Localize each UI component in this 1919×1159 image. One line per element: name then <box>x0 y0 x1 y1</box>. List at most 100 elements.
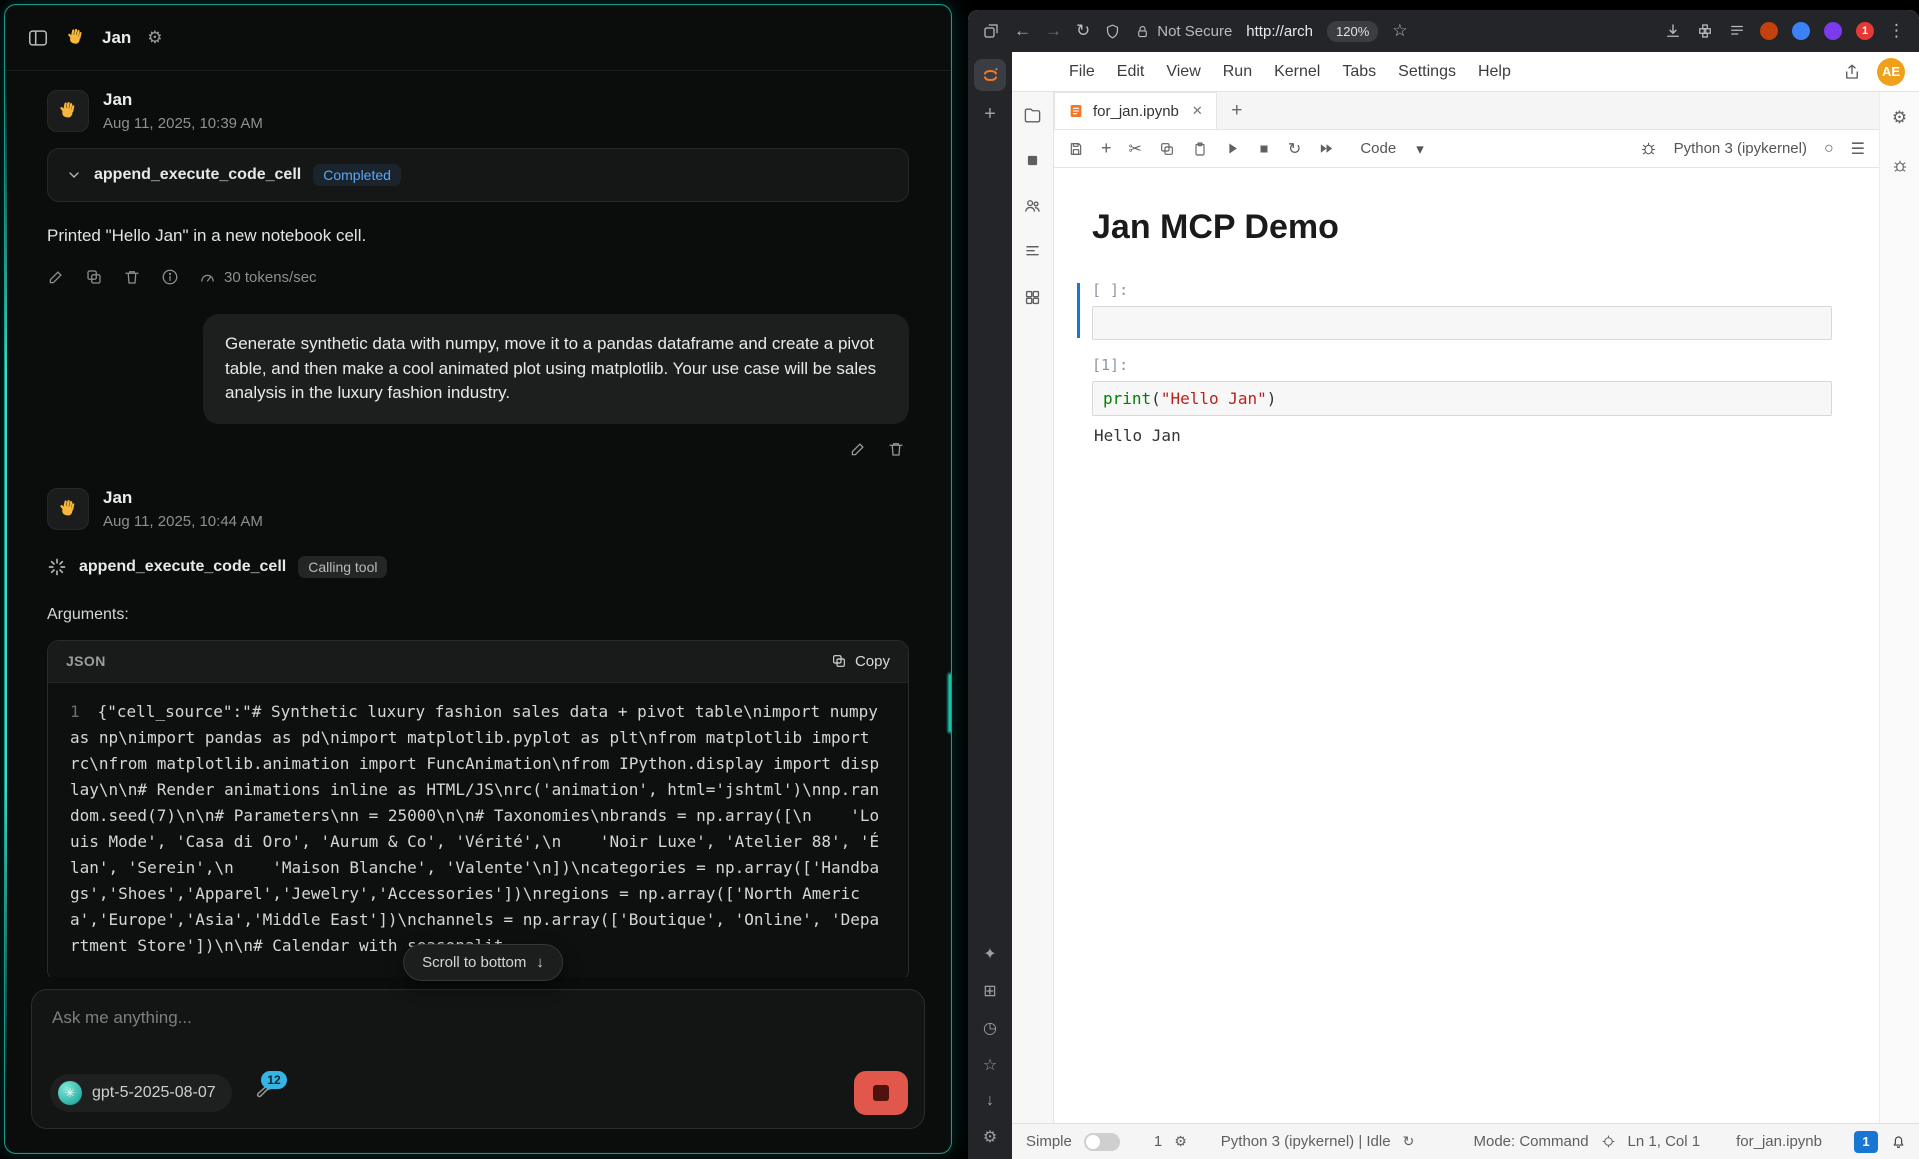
ai-sparkle-icon[interactable]: ✦ <box>983 944 996 964</box>
user-avatar[interactable]: AE <box>1877 58 1905 86</box>
downloads-icon[interactable]: ↓ <box>986 1092 994 1110</box>
delete-icon[interactable] <box>123 268 141 286</box>
scroll-to-bottom-button[interactable]: Scroll to bottom ↓ <box>403 944 563 981</box>
table-of-contents-icon[interactable] <box>1023 242 1042 261</box>
assistant-message-header: Jan Aug 11, 2025, 10:44 AM <box>47 488 909 530</box>
edit-icon[interactable] <box>849 440 867 458</box>
copy-json-button[interactable]: Copy <box>831 653 890 670</box>
cell-editor[interactable] <box>1092 306 1832 340</box>
jupyter-left-sidebar <box>1012 92 1054 1123</box>
bell-icon[interactable] <box>1890 1133 1907 1150</box>
bookmark-star-icon[interactable]: ☆ <box>1392 21 1407 41</box>
toolbar-overflow-icon[interactable]: ☰ <box>1851 139 1865 159</box>
statusbar-filename: for_jan.ipynb <box>1736 1133 1822 1150</box>
delete-icon[interactable] <box>887 440 905 458</box>
chat-input[interactable] <box>52 1008 861 1028</box>
notebook-tab[interactable]: for_jan.ipynb ✕ <box>1054 92 1217 129</box>
extension-icon-purple[interactable] <box>1824 22 1842 40</box>
download-icon[interactable] <box>1664 22 1682 40</box>
apps-icon[interactable]: ⊞ <box>983 981 996 1001</box>
tool-call-row[interactable]: append_execute_code_cell Calling tool <box>47 556 909 578</box>
copy-icon[interactable] <box>85 268 103 286</box>
settings-gear-icon[interactable]: ⚙ <box>983 1127 997 1147</box>
new-tab-button[interactable]: + <box>984 103 996 126</box>
history-clock-icon[interactable]: ◷ <box>983 1018 997 1038</box>
restart-run-all-icon[interactable] <box>1318 140 1335 157</box>
back-button[interactable]: ← <box>1014 21 1031 41</box>
run-cell-icon[interactable] <box>1225 141 1240 156</box>
running-kernels-icon[interactable] <box>1024 152 1041 169</box>
users-icon[interactable] <box>1023 196 1042 215</box>
cell-type-select[interactable]: Code ▾ <box>1360 140 1423 158</box>
edit-icon[interactable] <box>47 268 65 286</box>
terminal-count[interactable]: 1 <box>1154 1133 1162 1150</box>
browser-menu-icon[interactable]: ⋮ <box>1888 21 1905 41</box>
chat-scroll-area[interactable]: Jan Aug 11, 2025, 10:39 AM append_execut… <box>5 72 951 977</box>
share-icon[interactable] <box>1843 63 1861 81</box>
menu-run[interactable]: Run <box>1212 52 1263 91</box>
cell-editor[interactable]: print("Hello Jan") <box>1092 381 1832 416</box>
chevron-down-icon <box>66 167 82 183</box>
cursor-position[interactable]: Ln 1, Col 1 <box>1628 1133 1701 1150</box>
menu-view[interactable]: View <box>1155 52 1211 91</box>
active-tab-favicon[interactable] <box>974 59 1006 91</box>
browser-window: ← → ↻ Not Secure http://arch 120% ☆ 1 ⋮ … <box>968 10 1919 1159</box>
assistant-message-header: Jan Aug 11, 2025, 10:39 AM <box>47 90 909 132</box>
json-code[interactable]: 1{"cell_source":"# Synthetic luxury fash… <box>48 683 908 977</box>
debugger-sidebar-icon[interactable] <box>1892 158 1908 174</box>
spinner-icon <box>47 557 67 577</box>
kernel-name[interactable]: Python 3 (ipykernel) <box>1674 140 1807 157</box>
notebook-area[interactable]: Jan MCP Demo [ ]: [1]: print("Hello Jan"… <box>1054 168 1879 1123</box>
tools-button[interactable]: 12 <box>254 1081 274 1106</box>
menu-help[interactable]: Help <box>1467 52 1522 91</box>
notification-count-badge[interactable]: 1 <box>1854 1131 1878 1153</box>
message-timestamp: Aug 11, 2025, 10:39 AM <box>103 115 263 132</box>
reload-button[interactable]: ↻ <box>1076 21 1090 41</box>
forward-button[interactable]: → <box>1045 21 1062 41</box>
menu-file[interactable]: File <box>1058 52 1106 91</box>
extension-manager-icon[interactable] <box>1023 288 1042 307</box>
model-selector[interactable]: ✳ gpt-5-2025-08-07 <box>50 1074 232 1112</box>
bookmarks-star-icon[interactable]: ☆ <box>983 1055 997 1075</box>
cut-cells-icon[interactable]: ✂ <box>1129 139 1142 159</box>
menu-settings[interactable]: Settings <box>1387 52 1467 91</box>
zoom-level-badge[interactable]: 120% <box>1327 21 1378 42</box>
info-icon[interactable] <box>161 268 179 286</box>
tab-panels-icon[interactable] <box>982 22 1000 40</box>
site-security-chip[interactable]: Not Secure <box>1135 23 1232 40</box>
extensions-puzzle-icon[interactable] <box>1696 22 1714 40</box>
sidebar-toggle-icon[interactable] <box>27 27 49 49</box>
notification-badge[interactable]: 1 <box>1856 22 1874 40</box>
code-cell-executed[interactable]: [1]: print("Hello Jan") Hello Jan <box>1092 356 1832 455</box>
debugger-bug-icon[interactable] <box>1640 140 1657 157</box>
interrupt-kernel-icon[interactable] <box>1257 142 1271 156</box>
extension-icon-orange[interactable] <box>1760 22 1778 40</box>
assistant-message-text: Printed "Hello Jan" in a new notebook ce… <box>47 226 909 246</box>
copy-cells-icon[interactable] <box>1159 141 1175 157</box>
close-tab-icon[interactable]: ✕ <box>1192 103 1203 119</box>
menu-edit[interactable]: Edit <box>1106 52 1156 91</box>
address-url[interactable]: http://arch <box>1246 23 1313 40</box>
file-browser-icon[interactable] <box>1023 106 1042 125</box>
new-launcher-button[interactable]: + <box>1217 92 1257 129</box>
save-icon[interactable] <box>1068 141 1084 157</box>
simple-mode-toggle[interactable] <box>1084 1133 1120 1151</box>
thread-settings-icon[interactable]: ⚙ <box>147 28 162 48</box>
extension-icon-blue[interactable] <box>1792 22 1810 40</box>
tool-call-collapsible[interactable]: append_execute_code_cell Completed <box>47 148 909 202</box>
sessions-gear-icon[interactable]: ⚙ <box>1174 1133 1187 1150</box>
menu-tabs[interactable]: Tabs <box>1331 52 1387 91</box>
model-provider-icon: ✳ <box>58 1081 82 1105</box>
reading-list-icon[interactable] <box>1728 22 1746 40</box>
shield-icon[interactable] <box>1104 23 1121 40</box>
line-number: 1 <box>70 702 80 721</box>
property-inspector-icon[interactable]: ⚙ <box>1892 108 1907 128</box>
code-cell-empty[interactable]: [ ]: <box>1092 281 1832 340</box>
wave-hand-icon <box>57 498 79 520</box>
insert-cell-icon[interactable]: + <box>1101 138 1112 159</box>
stop-generation-button[interactable] <box>854 1071 908 1115</box>
restart-kernel-icon[interactable]: ↻ <box>1288 139 1301 159</box>
menu-kernel[interactable]: Kernel <box>1263 52 1331 91</box>
paste-cells-icon[interactable] <box>1192 141 1208 157</box>
kernel-status-label[interactable]: Python 3 (ipykernel) | Idle <box>1221 1133 1391 1150</box>
